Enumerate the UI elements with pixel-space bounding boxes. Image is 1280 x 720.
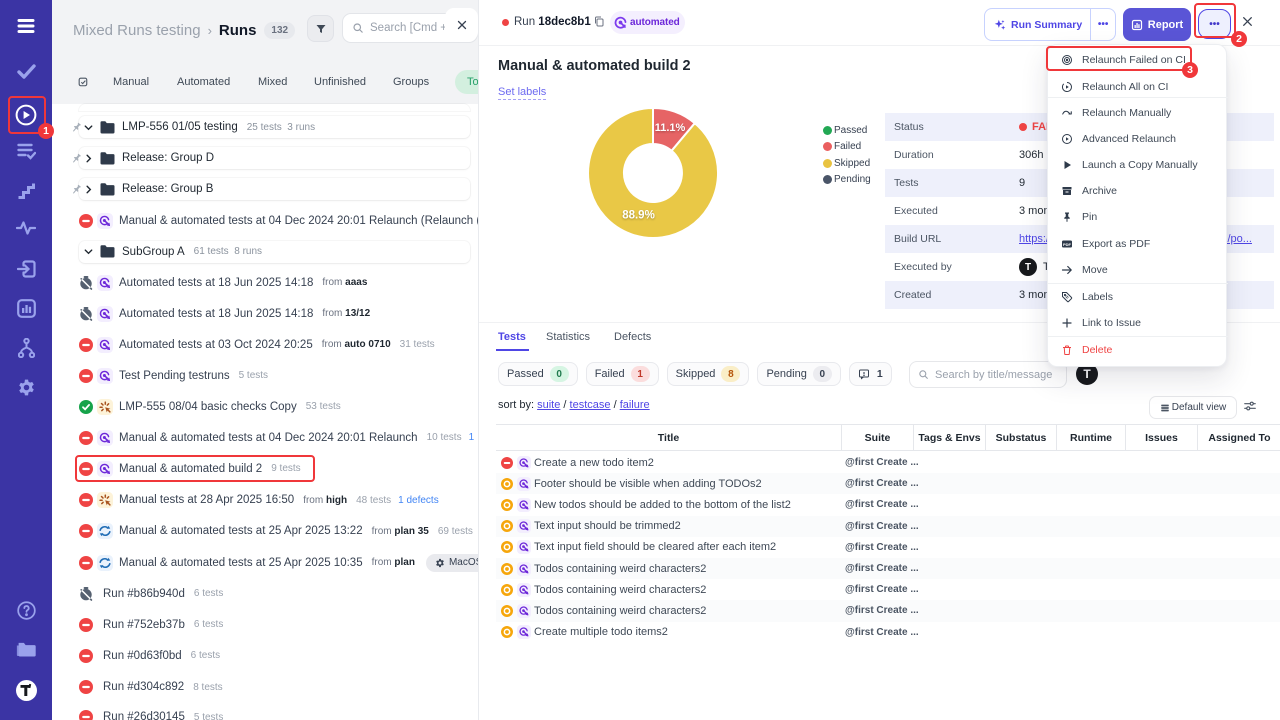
svg-text:11.1%: 11.1% bbox=[655, 122, 686, 134]
svg-text:PDF: PDF bbox=[1063, 241, 1072, 246]
svg-text:88.9%: 88.9% bbox=[622, 210, 655, 222]
